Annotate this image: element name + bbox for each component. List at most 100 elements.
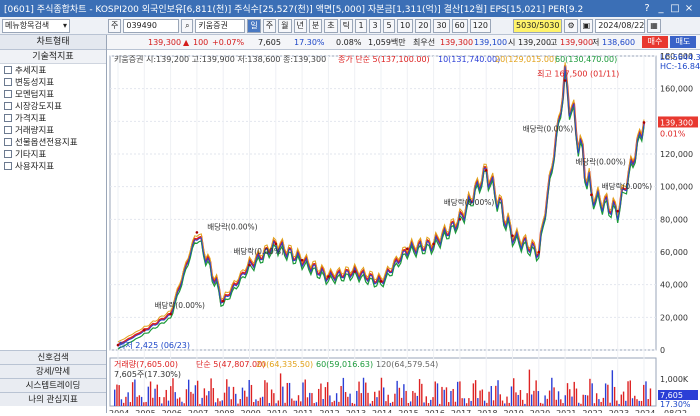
system-trading-button[interactable]: 시스템트레이딩 [0,378,106,392]
volume-bar [535,380,537,406]
indicator-category-label: 선물옵션전용지표 [15,138,78,148]
period-day-button[interactable]: 일 [247,18,261,33]
expand-box-icon[interactable] [4,78,12,86]
volume-bar [472,383,475,406]
volume-bar [506,396,508,406]
calendar-icon[interactable]: ▦ [647,18,661,33]
help-button[interactable]: ? [640,3,654,14]
period-minute-button[interactable]: 분 [308,18,323,33]
my-favorite-indicators-button[interactable]: 나의 관심지표 [0,392,106,406]
volume-bar [391,401,394,406]
stock-chart[interactable]: 180,000160,000140,000120,000100,00080,00… [108,50,700,416]
volume-bar [340,386,342,406]
interval-3-button[interactable]: 3 [369,18,381,33]
volume-bar [282,386,284,406]
save-icon[interactable]: ▣ [579,18,594,33]
volume-bar [575,388,578,406]
y-tick-label: 0 [660,346,665,355]
period-week-button[interactable]: 주 [262,18,277,33]
expand-box-icon[interactable] [4,126,12,134]
volume-bar [190,391,192,406]
volume-bar [647,399,649,406]
expand-box-icon[interactable] [4,66,12,74]
volume-bar [317,388,320,406]
stock-type-button[interactable]: 주 [108,18,122,33]
chart-svg[interactable]: 180,000160,000140,000120,000100,00080,00… [108,50,700,416]
interval-20-button[interactable]: 20 [415,18,432,33]
x-tick-label: 2010 [267,409,287,413]
indicator-category-item[interactable]: 사용자지표 [0,160,106,172]
expand-box-icon[interactable] [4,150,12,158]
indicator-category-item[interactable]: 시장강도지표 [0,100,106,112]
date-field[interactable]: 2024/08/22 [595,18,646,33]
data-count-field[interactable]: 5030/5030 [513,18,563,33]
volume-bar [604,383,607,406]
volume-bar [400,397,403,406]
volume-bar [578,402,580,406]
stock-code-input[interactable]: 039490 [123,18,180,33]
volume-bar [638,400,640,406]
volume-bar [463,398,466,406]
volume-bar [360,393,362,406]
settings-icon[interactable]: ⚙ [564,18,578,33]
indicator-category-item[interactable]: 기타지표 [0,148,106,160]
indicator-category-item[interactable]: 선물옵션전용지표 [0,136,106,148]
interval-30-button[interactable]: 30 [433,18,450,33]
chart-type-header[interactable]: 차트형태 [0,35,106,50]
sell-button[interactable]: 매도 [670,36,696,48]
volume-bar [414,392,416,406]
indicator-sidebar: 차트형태 기술적지표 추세지표 변동성지표 모멘텀지표 시장강도지표가격지표 거래량지표… [0,35,107,413]
period-year-button[interactable]: 년 [293,18,307,33]
menu-search-input[interactable]: 메뉴항목검색 ▾ [2,18,70,33]
indicator-category-item[interactable]: 변동성지표 [0,76,106,88]
interval-5-button[interactable]: 5 [383,18,395,33]
price-point [143,329,146,332]
period-tick-button[interactable]: 틱 [339,18,353,33]
low-label: 저 [592,37,600,47]
period-second-button[interactable]: 초 [324,18,338,33]
period-month-button[interactable]: 월 [278,18,292,33]
volume-bar [313,403,315,406]
indicator-category-item[interactable]: 추세지표 [0,64,106,76]
expand-box-icon[interactable] [4,138,12,146]
maximize-button[interactable]: □ [668,3,682,14]
volume-bar [326,382,329,406]
indicator-category-item[interactable]: 가격지표 [0,112,106,124]
close-button[interactable]: × [682,3,696,14]
signal-search-button[interactable]: 신호검색 [0,350,106,364]
volume-bar [246,396,248,406]
x-tick-label: 2020 [530,409,550,413]
buy-button[interactable]: 매수 [642,36,668,48]
volume-bar [342,377,345,406]
volume-bar [241,387,244,406]
expand-box-icon[interactable] [4,162,12,170]
expand-box-icon[interactable] [4,90,12,98]
price-point [300,258,304,262]
volume-bar [609,402,611,406]
volume-bar [284,402,286,406]
volume-bar [322,398,324,406]
volume-bar [582,394,584,406]
technical-indicator-tab[interactable]: 기술적지표 [0,50,106,64]
minimize-button[interactable]: _ [654,3,668,14]
volume-bar [533,390,535,406]
bull-bear-button[interactable]: 강세/약세 [0,364,106,378]
volume-bar [436,383,439,406]
magnifier-icon[interactable]: ⌕ [181,18,194,33]
expand-box-icon[interactable] [4,114,12,122]
volume-bar [385,401,387,406]
interval-60-button[interactable]: 60 [451,18,468,33]
indicator-category-item[interactable]: 모멘텀지표 [0,88,106,100]
price-point [458,218,462,221]
expand-box-icon[interactable] [4,102,12,110]
x-tick-label: 2015 [398,409,418,413]
interval-1-button[interactable]: 1 [355,18,367,33]
interval-10-button[interactable]: 10 [397,18,414,33]
x-tick-label: 2007 [188,409,208,413]
volume-bar [259,397,262,406]
volume-bar [394,393,396,406]
indicator-category-item[interactable]: 거래량지표 [0,124,106,136]
indicator-category-label: 가격지표 [15,114,47,124]
volume-bar [176,398,179,406]
interval-120-button[interactable]: 120 [469,18,492,33]
